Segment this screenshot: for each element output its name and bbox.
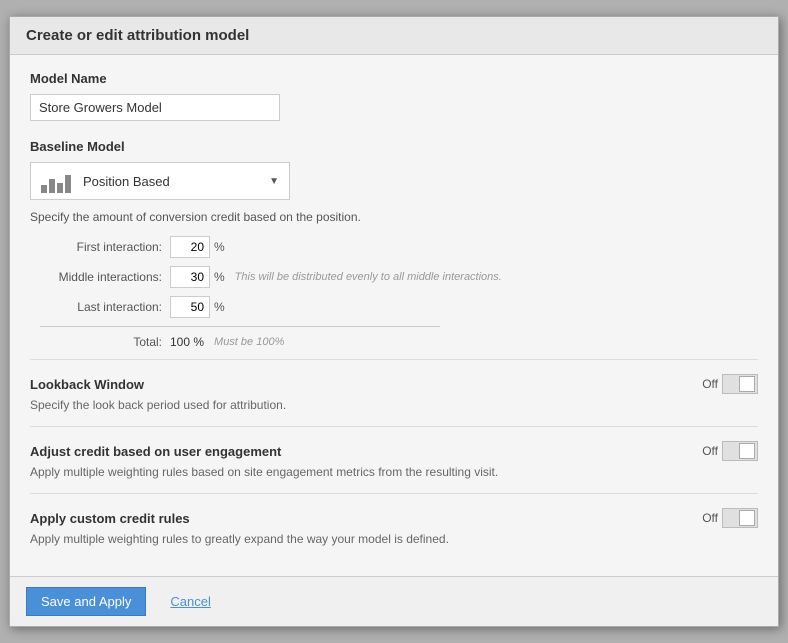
lookback-window-toggle[interactable] (722, 374, 758, 394)
adjust-credit-toggle-label: Off (702, 444, 718, 458)
adjust-credit-title: Adjust credit based on user engagement (30, 444, 281, 459)
model-name-input[interactable] (30, 94, 280, 121)
middle-interaction-row: Middle interactions: % This will be dist… (40, 266, 758, 288)
last-interaction-row: Last interaction: % (40, 296, 758, 318)
total-value: 100 % (170, 335, 204, 349)
last-interaction-input[interactable] (170, 296, 210, 318)
dropdown-arrow-icon: ▼ (269, 176, 279, 187)
baseline-model-label: Baseline Model (30, 139, 758, 154)
first-interaction-label: First interaction: (40, 240, 170, 254)
lookback-window-description: Specify the look back period used for at… (30, 398, 758, 412)
last-percent: % (214, 300, 225, 314)
custom-credit-description: Apply multiple weighting rules to greatl… (30, 532, 758, 546)
custom-credit-title: Apply custom credit rules (30, 511, 190, 526)
adjust-credit-description: Apply multiple weighting rules based on … (30, 465, 758, 479)
custom-credit-section: Apply custom credit rules Off Apply mult… (30, 493, 758, 560)
cancel-button[interactable]: Cancel (156, 588, 224, 615)
total-row: Total: 100 % Must be 100% (40, 335, 758, 349)
lookback-window-toggle-label: Off (702, 377, 718, 391)
dialog-body: Model Name Baseline Model Position Based… (10, 55, 778, 576)
middle-interaction-input[interactable] (170, 266, 210, 288)
model-name-label: Model Name (30, 71, 758, 86)
adjust-credit-toggle-knob (739, 443, 755, 459)
lookback-window-toggle-knob (739, 376, 755, 392)
adjust-credit-header: Adjust credit based on user engagement O… (30, 441, 758, 461)
first-interaction-input[interactable] (170, 236, 210, 258)
interactions-table: First interaction: % Middle interactions… (40, 236, 758, 349)
adjust-credit-section: Adjust credit based on user engagement O… (30, 426, 758, 493)
middle-interaction-label: Middle interactions: (40, 270, 170, 284)
lookback-window-section: Lookback Window Off Specify the look bac… (30, 359, 758, 426)
must-be-note: Must be 100% (214, 336, 284, 348)
dialog-overlay: Create or edit attribution model Model N… (0, 0, 788, 643)
baseline-model-value: Position Based (83, 174, 269, 189)
custom-credit-header: Apply custom credit rules Off (30, 508, 758, 528)
model-name-section: Model Name (30, 71, 758, 121)
save-apply-button[interactable]: Save and Apply (26, 587, 146, 616)
dialog: Create or edit attribution model Model N… (9, 16, 779, 627)
middle-interaction-note: This will be distributed evenly to all m… (235, 271, 502, 283)
custom-credit-toggle-container: Off (702, 508, 758, 528)
custom-credit-toggle[interactable] (722, 508, 758, 528)
first-percent: % (214, 240, 225, 254)
features-container: Lookback Window Off Specify the look bac… (30, 359, 758, 560)
middle-percent: % (214, 270, 225, 284)
baseline-description: Specify the amount of conversion credit … (30, 210, 758, 224)
dialog-title: Create or edit attribution model (10, 17, 778, 55)
lookback-window-title: Lookback Window (30, 377, 144, 392)
baseline-model-section: Baseline Model Position Based ▼ Specify … (30, 139, 758, 349)
first-interaction-row: First interaction: % (40, 236, 758, 258)
custom-credit-toggle-knob (739, 510, 755, 526)
total-label: Total: (40, 335, 170, 349)
last-interaction-label: Last interaction: (40, 300, 170, 314)
custom-credit-toggle-label: Off (702, 511, 718, 525)
baseline-model-dropdown[interactable]: Position Based ▼ (30, 162, 290, 200)
interactions-divider (40, 326, 440, 327)
lookback-window-header: Lookback Window Off (30, 374, 758, 394)
adjust-credit-toggle-container: Off (702, 441, 758, 461)
lookback-window-toggle-container: Off (702, 374, 758, 394)
dialog-footer: Save and Apply Cancel (10, 576, 778, 626)
adjust-credit-toggle[interactable] (722, 441, 758, 461)
position-based-icon (41, 169, 73, 193)
